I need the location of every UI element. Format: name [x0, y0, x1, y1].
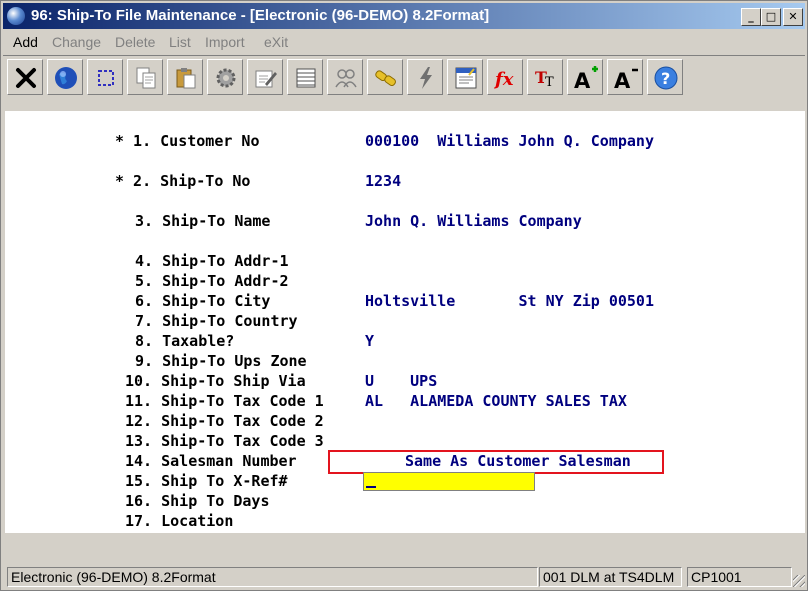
copy-icon: [136, 67, 156, 89]
select-box-button[interactable]: [87, 59, 123, 95]
function-icon: fx: [493, 69, 514, 90]
field-value-tax-code-1[interactable]: AL ALAMEDA COUNTY SALES TAX: [365, 391, 627, 411]
link-button[interactable]: [367, 59, 403, 95]
svg-text:A: A: [614, 69, 631, 91]
users-button[interactable]: [327, 59, 363, 95]
close-x-icon: [16, 68, 36, 88]
minimize-button[interactable]: _: [741, 8, 761, 26]
font-button[interactable]: T T: [527, 59, 563, 95]
status-program: CP1001: [687, 567, 792, 587]
close-button[interactable]: ✕: [783, 8, 803, 26]
paste-icon: [176, 68, 196, 89]
field-value-customer-no[interactable]: 000100 Williams John Q. Company: [365, 131, 654, 151]
field-value-ship-to-name[interactable]: John Q. Williams Company: [365, 211, 582, 231]
function-button[interactable]: fx: [487, 59, 523, 95]
select-box-icon: [98, 70, 114, 86]
field-label-tax-code-3: 13. Ship-To Tax Code 3: [125, 432, 324, 450]
font-increase-button[interactable]: A: [567, 59, 603, 95]
paste-button[interactable]: [167, 59, 203, 95]
resize-grip[interactable]: [793, 575, 805, 587]
field-label-addr1: 4. Ship-To Addr-1: [135, 252, 289, 270]
status-company: Electronic (96-DEMO) 8.2Format: [7, 567, 538, 587]
field-value-taxable[interactable]: Y: [365, 331, 374, 351]
report-icon: [455, 67, 477, 89]
font-icon: T T: [535, 68, 554, 90]
app-globe-icon[interactable]: [7, 7, 25, 25]
field-label-salesman: 14. Salesman Number: [125, 452, 297, 470]
xref-input[interactable]: [363, 472, 535, 491]
link-icon: [375, 70, 396, 87]
field-value-ship-via[interactable]: U UPS: [365, 371, 437, 391]
font-decrease-button[interactable]: A: [607, 59, 643, 95]
lightning-button[interactable]: [407, 59, 443, 95]
copy-button[interactable]: [127, 59, 163, 95]
menu-exit[interactable]: eXit: [264, 34, 288, 50]
list-icon: [296, 68, 316, 88]
help-icon: ?: [654, 66, 678, 90]
window-title: 96: Ship-To File Maintenance - [Electron…: [31, 7, 490, 24]
svg-text:?: ?: [661, 69, 670, 88]
menu-import[interactable]: Import: [205, 34, 245, 50]
users-icon: [335, 69, 357, 88]
close-x-button[interactable]: [7, 59, 43, 95]
font-decrease-icon: A: [614, 68, 638, 91]
field-value-city[interactable]: Holtsville St NY Zip 00501: [365, 291, 654, 311]
field-value-salesman[interactable]: Same As Customer Salesman: [405, 451, 631, 471]
font-increase-icon: A: [574, 66, 598, 91]
field-label-tax-code-1: 11. Ship-To Tax Code 1: [125, 392, 324, 410]
maximize-button[interactable]: □: [761, 8, 781, 26]
lightning-icon: [420, 67, 432, 89]
settings-gear-icon: [216, 68, 236, 88]
globe-button[interactable]: [47, 59, 83, 95]
app-window: 96: Ship-To File Maintenance - [Electron…: [0, 0, 808, 591]
menu-add[interactable]: Add: [13, 34, 38, 50]
field-label-ups-zone: 9. Ship-To Ups Zone: [135, 352, 307, 370]
title-bar[interactable]: 96: Ship-To File Maintenance - [Electron…: [3, 3, 805, 29]
edit-form-button[interactable]: [247, 59, 283, 95]
field-label-ship-to-name: 3. Ship-To Name: [135, 212, 271, 230]
report-button[interactable]: [447, 59, 483, 95]
menu-list[interactable]: List: [169, 34, 191, 50]
menu-bar: Add Change Delete List Import eXit: [3, 31, 805, 53]
menu-change[interactable]: Change: [52, 34, 101, 50]
field-label-country: 7. Ship-To Country: [135, 312, 298, 330]
text-cursor: [366, 486, 376, 488]
svg-text:A: A: [574, 69, 591, 91]
field-value-ship-to-no[interactable]: 1234: [365, 171, 401, 191]
field-label-location: 17. Location: [125, 512, 234, 530]
form-panel: * 1. Customer No 000100 Williams John Q.…: [5, 111, 805, 533]
field-label-ship-to-no: * 2. Ship-To No: [115, 172, 251, 190]
toolbar: fx T T A A ?: [3, 55, 805, 102]
list-button[interactable]: [287, 59, 323, 95]
field-label-city: 6. Ship-To City: [135, 292, 271, 310]
field-label-addr2: 5. Ship-To Addr-2: [135, 272, 289, 290]
field-label-customer-no: * 1. Customer No: [115, 132, 260, 150]
status-user: 001 DLM at TS4DLM: [539, 567, 682, 587]
field-label-days: 16. Ship To Days: [125, 492, 270, 510]
svg-text:fx: fx: [493, 69, 514, 90]
settings-button[interactable]: [207, 59, 243, 95]
field-label-taxable: 8. Taxable?: [135, 332, 235, 350]
edit-form-icon: [255, 70, 277, 88]
svg-text:T: T: [545, 75, 554, 90]
status-bar: Electronic (96-DEMO) 8.2Format 001 DLM a…: [3, 567, 805, 589]
field-label-xref: 15. Ship To X-Ref#: [125, 472, 288, 490]
field-label-ship-via: 10. Ship-To Ship Via: [125, 372, 306, 390]
menu-delete[interactable]: Delete: [115, 34, 155, 50]
field-label-tax-code-2: 12. Ship-To Tax Code 2: [125, 412, 324, 430]
globe-icon: [55, 67, 77, 89]
help-button[interactable]: ?: [647, 59, 683, 95]
